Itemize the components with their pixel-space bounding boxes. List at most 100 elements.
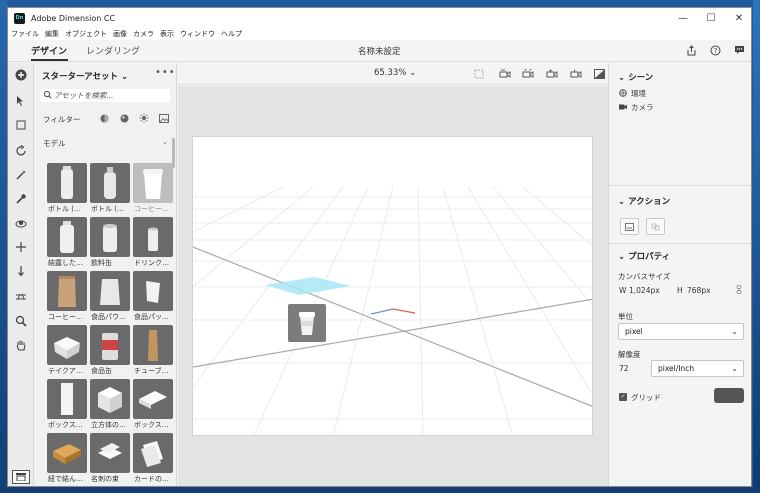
render-preview-icon[interactable] <box>593 68 606 80</box>
unit-select[interactable]: pixel ⌄ <box>618 323 744 340</box>
close-button[interactable]: ✕ <box>725 8 751 28</box>
scene-item-environment[interactable]: 環境 <box>619 88 646 99</box>
chevron-down-icon[interactable]: ⌄ <box>162 138 168 146</box>
asset-thumbnail[interactable] <box>90 163 130 203</box>
tab-render[interactable]: レンダリング <box>86 44 140 57</box>
width-value[interactable]: 1,024px <box>629 286 660 295</box>
asset-tile[interactable]: ドリンク… <box>133 217 173 267</box>
asset-tile[interactable]: 結露した… <box>47 217 87 267</box>
asset-thumbnail[interactable] <box>133 379 173 419</box>
grid-checkbox[interactable]: ✓ <box>619 393 627 401</box>
menu-camera[interactable]: カメラ <box>133 29 154 39</box>
asset-tile[interactable]: 食品パッ… <box>133 271 173 321</box>
orbit-icon[interactable] <box>13 143 29 159</box>
help-icon[interactable]: ? <box>709 44 722 57</box>
actions-section-header[interactable]: ⌄ アクション <box>618 195 670 207</box>
asset-tile[interactable]: チューブ… <box>133 325 173 375</box>
3d-viewport[interactable] <box>178 86 608 486</box>
model-filter-icon[interactable] <box>98 112 110 124</box>
asset-thumbnail[interactable] <box>47 379 87 419</box>
move-icon[interactable] <box>13 239 29 255</box>
scene-item-camera[interactable]: カメラ <box>619 102 654 113</box>
zoom-icon[interactable] <box>13 313 29 329</box>
asset-tile[interactable]: 食品缶 <box>90 325 130 375</box>
asset-tile[interactable]: カードの… <box>133 433 173 483</box>
menu-view[interactable]: 表示 <box>160 29 174 39</box>
fit-frame-icon[interactable] <box>472 68 485 80</box>
asset-thumbnail[interactable] <box>133 217 173 257</box>
canvas-area[interactable] <box>192 136 593 436</box>
sample-icon[interactable] <box>13 191 29 207</box>
align-to-ground-button[interactable] <box>620 218 639 235</box>
scene-section-header[interactable]: ⌄ シーン <box>618 71 653 83</box>
menu-window[interactable]: ウィンドウ <box>180 29 215 39</box>
menu-file[interactable]: ファイル <box>11 29 39 39</box>
asset-thumbnail[interactable] <box>47 217 87 257</box>
menu-image[interactable]: 画像 <box>113 29 127 39</box>
asset-tile[interactable]: 飲料缶 <box>90 217 130 267</box>
tab-design[interactable]: デザイン <box>31 44 67 57</box>
asset-tile[interactable]: 立方体の… <box>90 379 130 429</box>
resolution-unit-select[interactable]: pixel/Inch ⌄ <box>651 360 744 377</box>
asset-thumbnail[interactable] <box>47 271 87 311</box>
minimize-button[interactable]: — <box>669 8 697 28</box>
asset-thumbnail[interactable] <box>133 163 173 203</box>
camera-orbit-icon[interactable] <box>521 68 534 80</box>
asset-thumbnail[interactable] <box>47 325 87 365</box>
more-options-icon[interactable]: ••• <box>155 67 176 78</box>
image-filter-icon[interactable] <box>158 112 170 124</box>
light-filter-icon[interactable] <box>138 112 150 124</box>
maximize-button[interactable]: ☐ <box>697 8 725 28</box>
assets-panel-title[interactable]: スターターアセット ⌄ <box>42 70 128 82</box>
select-icon[interactable] <box>13 93 29 109</box>
comment-icon[interactable] <box>733 44 746 57</box>
asset-tile[interactable]: ボトル (… <box>47 163 87 213</box>
dolly-icon[interactable] <box>13 263 29 279</box>
group-action-button[interactable] <box>646 218 665 235</box>
asset-thumbnail[interactable] <box>90 325 130 365</box>
material-filter-icon[interactable] <box>118 112 130 124</box>
pan-view-icon[interactable] <box>13 215 29 231</box>
zoom-level[interactable]: 65.33% ⌄ <box>374 68 416 78</box>
properties-section-header[interactable]: ⌄ プロパティ <box>618 250 670 262</box>
magic-wand-icon[interactable] <box>13 167 29 183</box>
asset-tile[interactable]: ボトル (… <box>90 163 130 213</box>
menu-help[interactable]: ヘルプ <box>221 29 242 39</box>
asset-thumbnail[interactable] <box>133 325 173 365</box>
height-value[interactable]: 768px <box>687 286 711 295</box>
camera-move-icon[interactable] <box>498 68 511 80</box>
asset-thumbnail[interactable] <box>90 433 130 473</box>
resolution-value[interactable]: 72 <box>619 364 629 373</box>
asset-thumbnail[interactable] <box>90 217 130 257</box>
models-section-header[interactable]: モデル <box>43 138 66 149</box>
grid-color-swatch[interactable] <box>714 388 744 403</box>
asset-thumbnail[interactable] <box>47 163 87 203</box>
camera-pan-icon[interactable] <box>545 68 558 80</box>
menu-edit[interactable]: 編集 <box>45 29 59 39</box>
placed-coffee-cup-model[interactable] <box>288 304 326 342</box>
hand-icon[interactable] <box>13 337 29 353</box>
asset-thumbnail[interactable] <box>47 433 87 473</box>
asset-thumbnail[interactable] <box>133 433 173 473</box>
search-input[interactable] <box>54 90 166 101</box>
camera-dolly-icon[interactable] <box>569 68 582 80</box>
asset-thumbnail[interactable] <box>133 271 173 311</box>
asset-tile[interactable]: 紐で結ん… <box>47 433 87 483</box>
share-icon[interactable] <box>685 44 698 57</box>
panel-toggle-icon[interactable] <box>12 470 30 484</box>
asset-tile[interactable]: コーヒー… <box>133 163 173 213</box>
menu-object[interactable]: オブジェクト <box>65 29 107 39</box>
add-icon[interactable] <box>13 67 29 83</box>
link-icon[interactable] <box>736 285 742 296</box>
asset-tile[interactable]: ボックス… <box>133 379 173 429</box>
horizon-icon[interactable] <box>13 288 29 304</box>
asset-thumbnail[interactable] <box>90 271 130 311</box>
asset-tile[interactable]: 名刺の束 <box>90 433 130 483</box>
asset-thumbnail[interactable] <box>90 379 130 419</box>
asset-tile[interactable]: コーヒー… <box>47 271 87 321</box>
frame-icon[interactable] <box>13 117 29 133</box>
asset-tile[interactable]: 食品パウ… <box>90 271 130 321</box>
asset-tile[interactable]: ボックス… <box>47 379 87 429</box>
asset-tile[interactable]: テイクア… <box>47 325 87 375</box>
asset-label: 名刺の束 <box>91 475 119 483</box>
